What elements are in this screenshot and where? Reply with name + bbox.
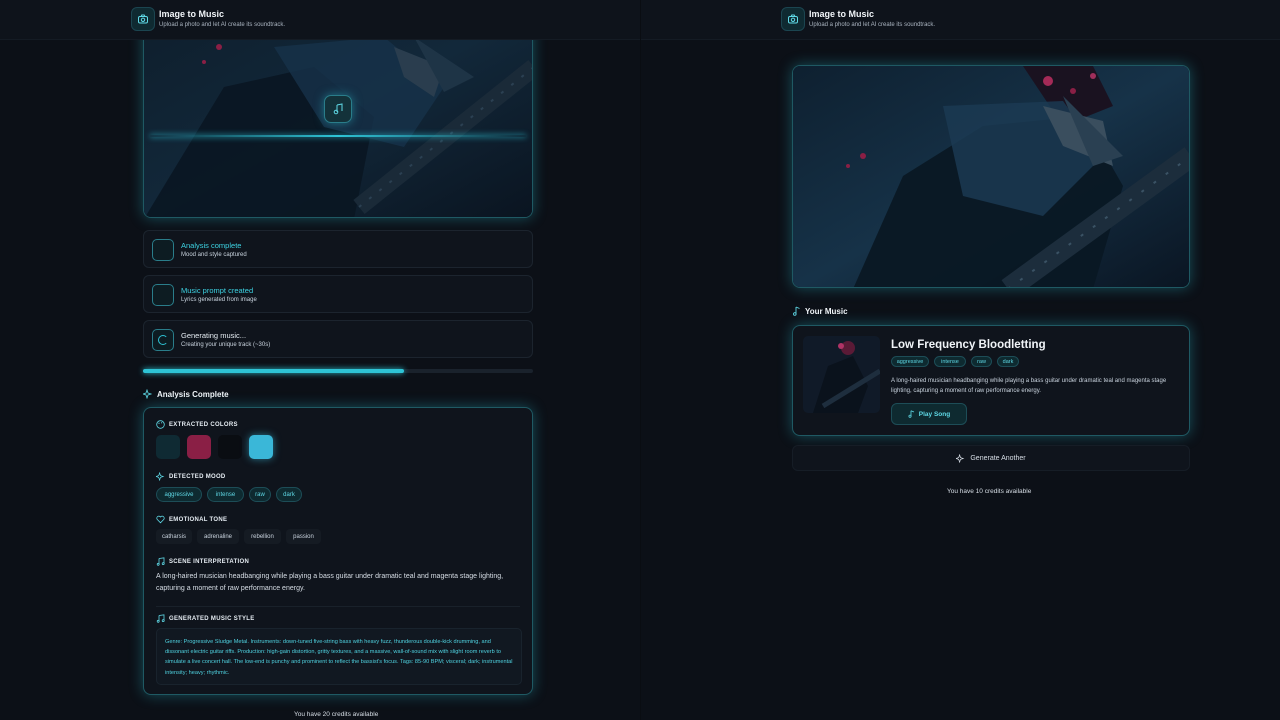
step-prompt: Music prompt created Lyrics generated fr… <box>143 275 533 313</box>
step-subtitle: Mood and style captured <box>181 252 247 258</box>
app-title: Image to Music <box>159 9 225 19</box>
app-header: Image to Music Upload a photo and let AI… <box>0 0 640 40</box>
sparkles-icon <box>956 453 965 463</box>
color-swatch <box>187 435 211 459</box>
song-title: Low Frequency Bloodletting <box>891 339 1046 351</box>
music-note-icon <box>908 410 914 418</box>
play-song-label: Play Song <box>918 410 951 418</box>
step-subtitle: Creating your unique track (~30s) <box>181 342 271 348</box>
album-artwork <box>803 336 880 413</box>
song-tag: raw <box>971 356 992 367</box>
generation-progress <box>143 369 533 373</box>
credits-text: You have 20 credits available <box>294 711 379 718</box>
generate-another-label: Generate Another <box>970 454 1026 462</box>
mood-tag: dark <box>276 487 302 502</box>
sparkles-icon <box>156 472 165 481</box>
tone-chip: catharsis <box>156 529 192 544</box>
music-notes-icon <box>156 614 165 623</box>
song-tag: intense <box>934 356 966 367</box>
camera-icon <box>131 7 155 31</box>
progress-fill <box>143 369 405 373</box>
step-title: Analysis complete <box>181 241 242 250</box>
color-swatch <box>218 435 242 459</box>
step-analysis: Analysis complete Mood and style capture… <box>143 230 533 268</box>
mood-tag: raw <box>249 487 271 502</box>
mood-tag: aggressive <box>156 487 202 502</box>
song-description: A long-haired musician headbanging while… <box>891 378 1167 394</box>
camera-icon <box>781 7 805 31</box>
scene-description: A long-haired musician headbanging while… <box>156 573 504 592</box>
app-header: Image to Music Upload a photo and let AI… <box>641 0 1280 40</box>
music-result-card: Low Frequency Bloodletting aggressive in… <box>792 325 1190 436</box>
credits-text: You have 10 credits available <box>947 488 1032 495</box>
app-subtitle: Upload a photo and let AI create its sou… <box>809 22 936 28</box>
tone-chip: passion <box>286 529 321 544</box>
mood-tag: intense <box>207 487 244 502</box>
step-status-icon <box>152 239 174 261</box>
your-music-heading: Your Music <box>792 306 848 316</box>
your-music-label: Your Music <box>805 306 848 316</box>
step-subtitle: Lyrics generated from image <box>181 297 257 303</box>
left-pane: Image to Music Upload a photo and let AI… <box>0 0 640 720</box>
music-note-badge <box>324 95 352 123</box>
app-subtitle: Upload a photo and let AI create its sou… <box>159 22 286 28</box>
music-note-icon <box>793 306 800 316</box>
analysis-card: EXTRACTED COLORS DETECTED MOOD aggressiv… <box>143 407 533 695</box>
spinner-icon <box>158 335 168 345</box>
music-style-text: Genre: Progressive Sludge Metal. Instrum… <box>156 628 522 685</box>
detected-mood-label: DETECTED MOOD <box>169 473 226 480</box>
uploaded-photo <box>793 66 1189 287</box>
extracted-colors-label: EXTRACTED COLORS <box>169 421 238 428</box>
uploaded-image-card <box>792 65 1190 288</box>
tone-chip: rebellion <box>244 529 281 544</box>
song-tag: aggressive <box>891 356 929 367</box>
step-title: Music prompt created <box>181 286 254 295</box>
loading-spinner-box <box>152 329 174 351</box>
music-notes-icon <box>156 557 165 566</box>
palette-icon <box>156 420 165 429</box>
emotional-tone-label: EMOTIONAL TONE <box>169 516 228 523</box>
detected-mood-heading: DETECTED MOOD <box>156 472 226 481</box>
music-style-label: GENERATED MUSIC STYLE <box>169 615 255 622</box>
play-song-button[interactable]: Play Song <box>891 403 967 425</box>
analysis-heading-text: Analysis Complete <box>157 389 229 399</box>
analysis-heading: Analysis Complete <box>143 389 229 399</box>
music-style-heading: GENERATED MUSIC STYLE <box>156 614 255 623</box>
extracted-colors-heading: EXTRACTED COLORS <box>156 420 238 429</box>
step-generating: Generating music... Creating your unique… <box>143 320 533 358</box>
scene-interpretation-heading: SCENE INTERPRETATION <box>156 557 249 566</box>
tone-chip: adrenaline <box>197 529 239 544</box>
step-title: Generating music... <box>181 331 247 340</box>
heart-icon <box>156 515 165 524</box>
song-tag: dark <box>997 356 1019 367</box>
divider <box>156 606 520 607</box>
color-swatch <box>156 435 180 459</box>
step-status-icon <box>152 284 174 306</box>
sparkles-icon <box>143 389 153 399</box>
scan-line <box>150 135 526 137</box>
app-title: Image to Music <box>809 9 875 19</box>
generate-another-button[interactable]: Generate Another <box>792 445 1190 471</box>
emotional-tone-heading: EMOTIONAL TONE <box>156 515 227 524</box>
music-note-icon <box>333 103 343 115</box>
scene-label: SCENE INTERPRETATION <box>169 558 250 565</box>
color-swatch <box>249 435 273 459</box>
